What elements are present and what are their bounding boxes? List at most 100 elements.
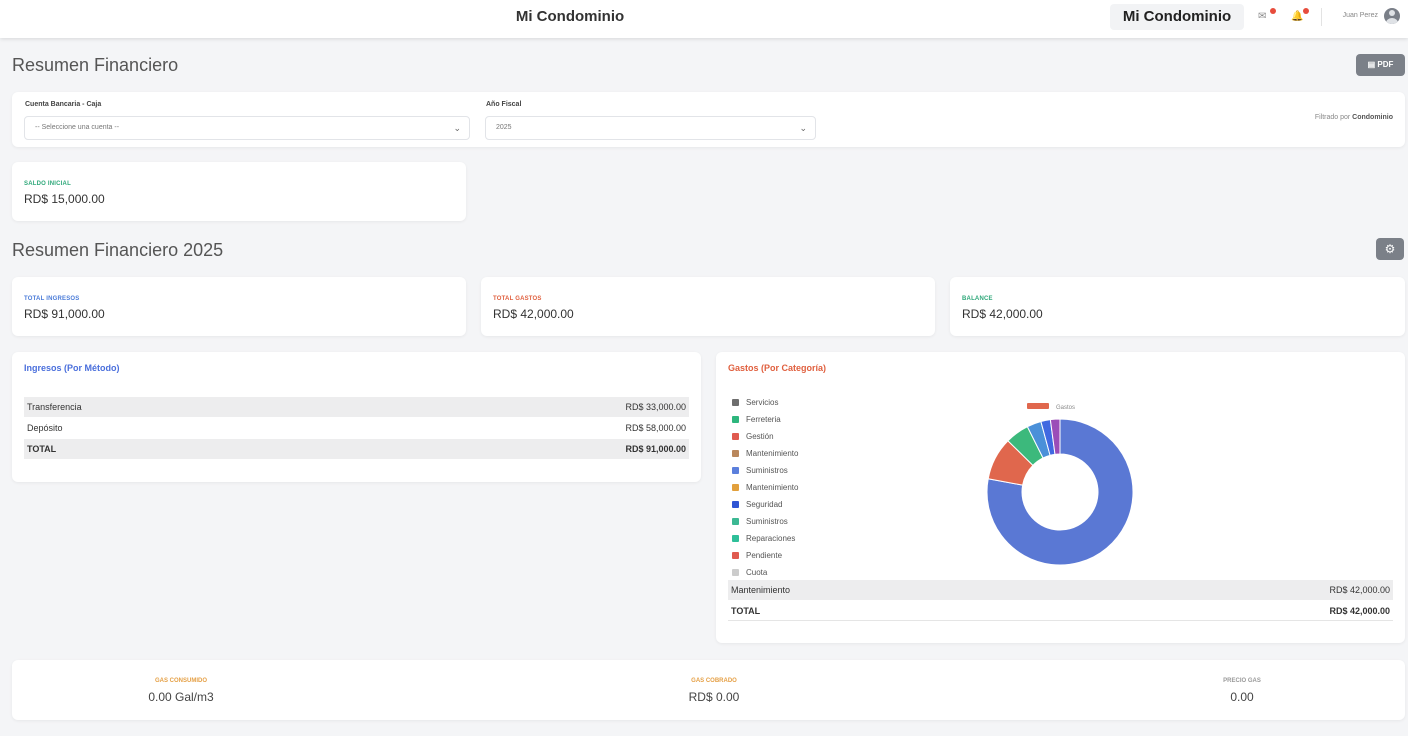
legend-swatch xyxy=(732,433,739,440)
year-select-value: 2025 xyxy=(496,124,512,131)
legend-label: Mantenimiento xyxy=(746,449,799,458)
gear-icon[interactable]: ⚙ xyxy=(1376,238,1404,260)
table-row: Mantenimiento RD$ 42,000.00 xyxy=(728,580,1393,600)
gas-consumed-value: 0.00 Gal/m3 xyxy=(148,690,214,704)
filter-note-text: Filtrado por xyxy=(1314,114,1351,121)
top-bar: Mi Condominio Mi Condominio ✉ 🔔 Juan Per… xyxy=(0,0,1408,38)
chart-legend-swatch xyxy=(1027,403,1049,409)
chevron-down-icon: ⌄ xyxy=(799,123,807,133)
total-expenses-label: TOTAL GASTOS xyxy=(493,296,542,302)
total-income-value: RD$ 91,000.00 xyxy=(24,307,105,321)
legend-swatch xyxy=(732,518,739,525)
balance-card: BALANCE RD$ 42,000.00 xyxy=(950,277,1405,336)
pdf-label: PDF xyxy=(1377,60,1394,69)
row-value: RD$ 33,000.00 xyxy=(625,402,686,412)
gas-price-label: PRECIO GAS xyxy=(1223,678,1261,684)
total-expenses-card: TOTAL GASTOS RD$ 42,000.00 xyxy=(481,277,935,336)
yearly-summary-title: Resumen Financiero 2025 xyxy=(12,240,224,260)
row-label: Depósito xyxy=(27,423,63,433)
legend-label: Pendiente xyxy=(746,551,783,560)
mail-icon[interactable]: ✉ xyxy=(1258,8,1276,23)
legend-swatch xyxy=(732,535,739,542)
legend-item[interactable]: Pendiente xyxy=(732,550,782,562)
expenses-donut-chart: Gastos xyxy=(986,403,1134,566)
row-value: RD$ 42,000.00 xyxy=(1329,585,1390,595)
initial-balance-label: SALDO INICIAL xyxy=(24,181,71,187)
filter-note-strong: Condominio xyxy=(1352,114,1393,121)
legend-label: Suministros xyxy=(746,466,788,475)
gas-consumed-stat: GAS CONSUMIDO 0.00 Gal/m3 xyxy=(81,678,281,704)
expenses-title: Gastos (Por Categoría) xyxy=(728,363,827,373)
table-total-row: TOTAL RD$ 42,000.00 xyxy=(728,601,1393,621)
legend-label: Reparaciones xyxy=(746,534,796,543)
app-title: Mi Condominio xyxy=(515,8,625,25)
legend-label: Ferreteria xyxy=(746,415,781,424)
total-label: TOTAL xyxy=(27,444,57,454)
total-expenses-value: RD$ 42,000.00 xyxy=(493,307,574,321)
total-label: TOTAL xyxy=(731,606,761,616)
legend-label: Cuota xyxy=(746,568,768,577)
year-label: Año Fiscal xyxy=(486,101,522,108)
legend-swatch xyxy=(732,467,739,474)
table-row: Depósito RD$ 58,000.00 xyxy=(24,418,689,438)
user-avatar[interactable] xyxy=(1384,8,1400,24)
chevron-down-icon: ⌄ xyxy=(453,123,461,133)
account-select[interactable]: -- Seleccione una cuenta -- ⌄ xyxy=(24,116,470,140)
bell-icon[interactable]: 🔔 xyxy=(1291,8,1309,23)
legend-item[interactable]: Reparaciones xyxy=(732,533,795,545)
legend-label: Servicios xyxy=(746,398,779,407)
legend-item[interactable]: Cuota xyxy=(732,567,767,579)
chart-legend-label: Gastos xyxy=(1056,405,1075,411)
legend-label: Suministros xyxy=(746,517,788,526)
filter-note: Filtrado por Condominio xyxy=(1315,114,1393,121)
legend-swatch xyxy=(732,569,739,576)
legend-item[interactable]: Servicios xyxy=(732,397,778,409)
gas-billed-label: GAS COBRADO xyxy=(691,678,737,684)
pdf-button[interactable]: ▤ PDF xyxy=(1356,54,1405,76)
total-value: RD$ 42,000.00 xyxy=(1329,606,1390,616)
divider xyxy=(1321,8,1322,26)
account-select-value: -- Seleccione una cuenta -- xyxy=(35,124,120,131)
total-income-label: TOTAL INGRESOS xyxy=(24,296,80,302)
table-total-row: TOTAL RD$ 91,000.00 xyxy=(24,439,689,459)
legend-swatch xyxy=(732,484,739,491)
page-title: Resumen Financiero xyxy=(12,55,179,75)
gas-price-stat: PRECIO GAS 0.00 xyxy=(1142,678,1342,704)
legend-swatch xyxy=(732,416,739,423)
income-title: Ingresos (Por Método) xyxy=(24,363,120,373)
legend-swatch xyxy=(732,450,739,457)
gas-billed-stat: GAS COBRADO RD$ 0.00 xyxy=(614,678,814,704)
expenses-panel: Gastos (Por Categoría) Servicios Ferreter… xyxy=(716,352,1405,643)
legend-item[interactable]: Suministros xyxy=(732,465,788,477)
row-label: Transferencia xyxy=(27,402,82,412)
legend-item[interactable]: Suministros xyxy=(732,516,788,528)
gas-stats-card: GAS CONSUMIDO 0.00 Gal/m3 GAS COBRADO RD… xyxy=(12,660,1405,720)
year-select[interactable]: 2025 ⌄ xyxy=(485,116,816,140)
row-value: RD$ 58,000.00 xyxy=(625,423,686,433)
filters-card: Cuenta Bancaria - Caja -- Seleccione una… xyxy=(12,92,1405,147)
legend-swatch xyxy=(732,501,739,508)
legend-item[interactable]: Seguridad xyxy=(732,499,782,511)
gas-price-value: 0.00 xyxy=(1230,690,1254,704)
initial-balance-card: SALDO INICIAL RD$ 15,000.00 xyxy=(12,162,466,221)
legend-swatch xyxy=(732,399,739,406)
balance-label: BALANCE xyxy=(962,296,993,302)
gas-billed-value: RD$ 0.00 xyxy=(688,690,740,704)
income-panel: Ingresos (Por Método) Transferencia RD$ … xyxy=(12,352,701,482)
legend-label: Gestión xyxy=(746,432,774,441)
legend-item[interactable]: Mantenimiento xyxy=(732,448,798,460)
brand-logo[interactable]: Mi Condominio xyxy=(1110,4,1244,30)
legend-swatch xyxy=(732,552,739,559)
table-row: Transferencia RD$ 33,000.00 xyxy=(24,397,689,417)
row-label: Mantenimiento xyxy=(731,585,791,595)
legend-label: Mantenimiento xyxy=(746,483,799,492)
total-income-card: TOTAL INGRESOS RD$ 91,000.00 xyxy=(12,277,466,336)
balance-value: RD$ 42,000.00 xyxy=(962,307,1043,321)
legend-item[interactable]: Ferreteria xyxy=(732,414,781,426)
initial-balance-value: RD$ 15,000.00 xyxy=(24,192,105,206)
gas-consumed-label: GAS CONSUMIDO xyxy=(154,678,207,684)
legend-item[interactable]: Gestión xyxy=(732,431,774,443)
legend-item[interactable]: Mantenimiento xyxy=(732,482,798,494)
user-name[interactable]: Juan Perez xyxy=(1330,12,1378,19)
legend-label: Seguridad xyxy=(746,500,783,509)
